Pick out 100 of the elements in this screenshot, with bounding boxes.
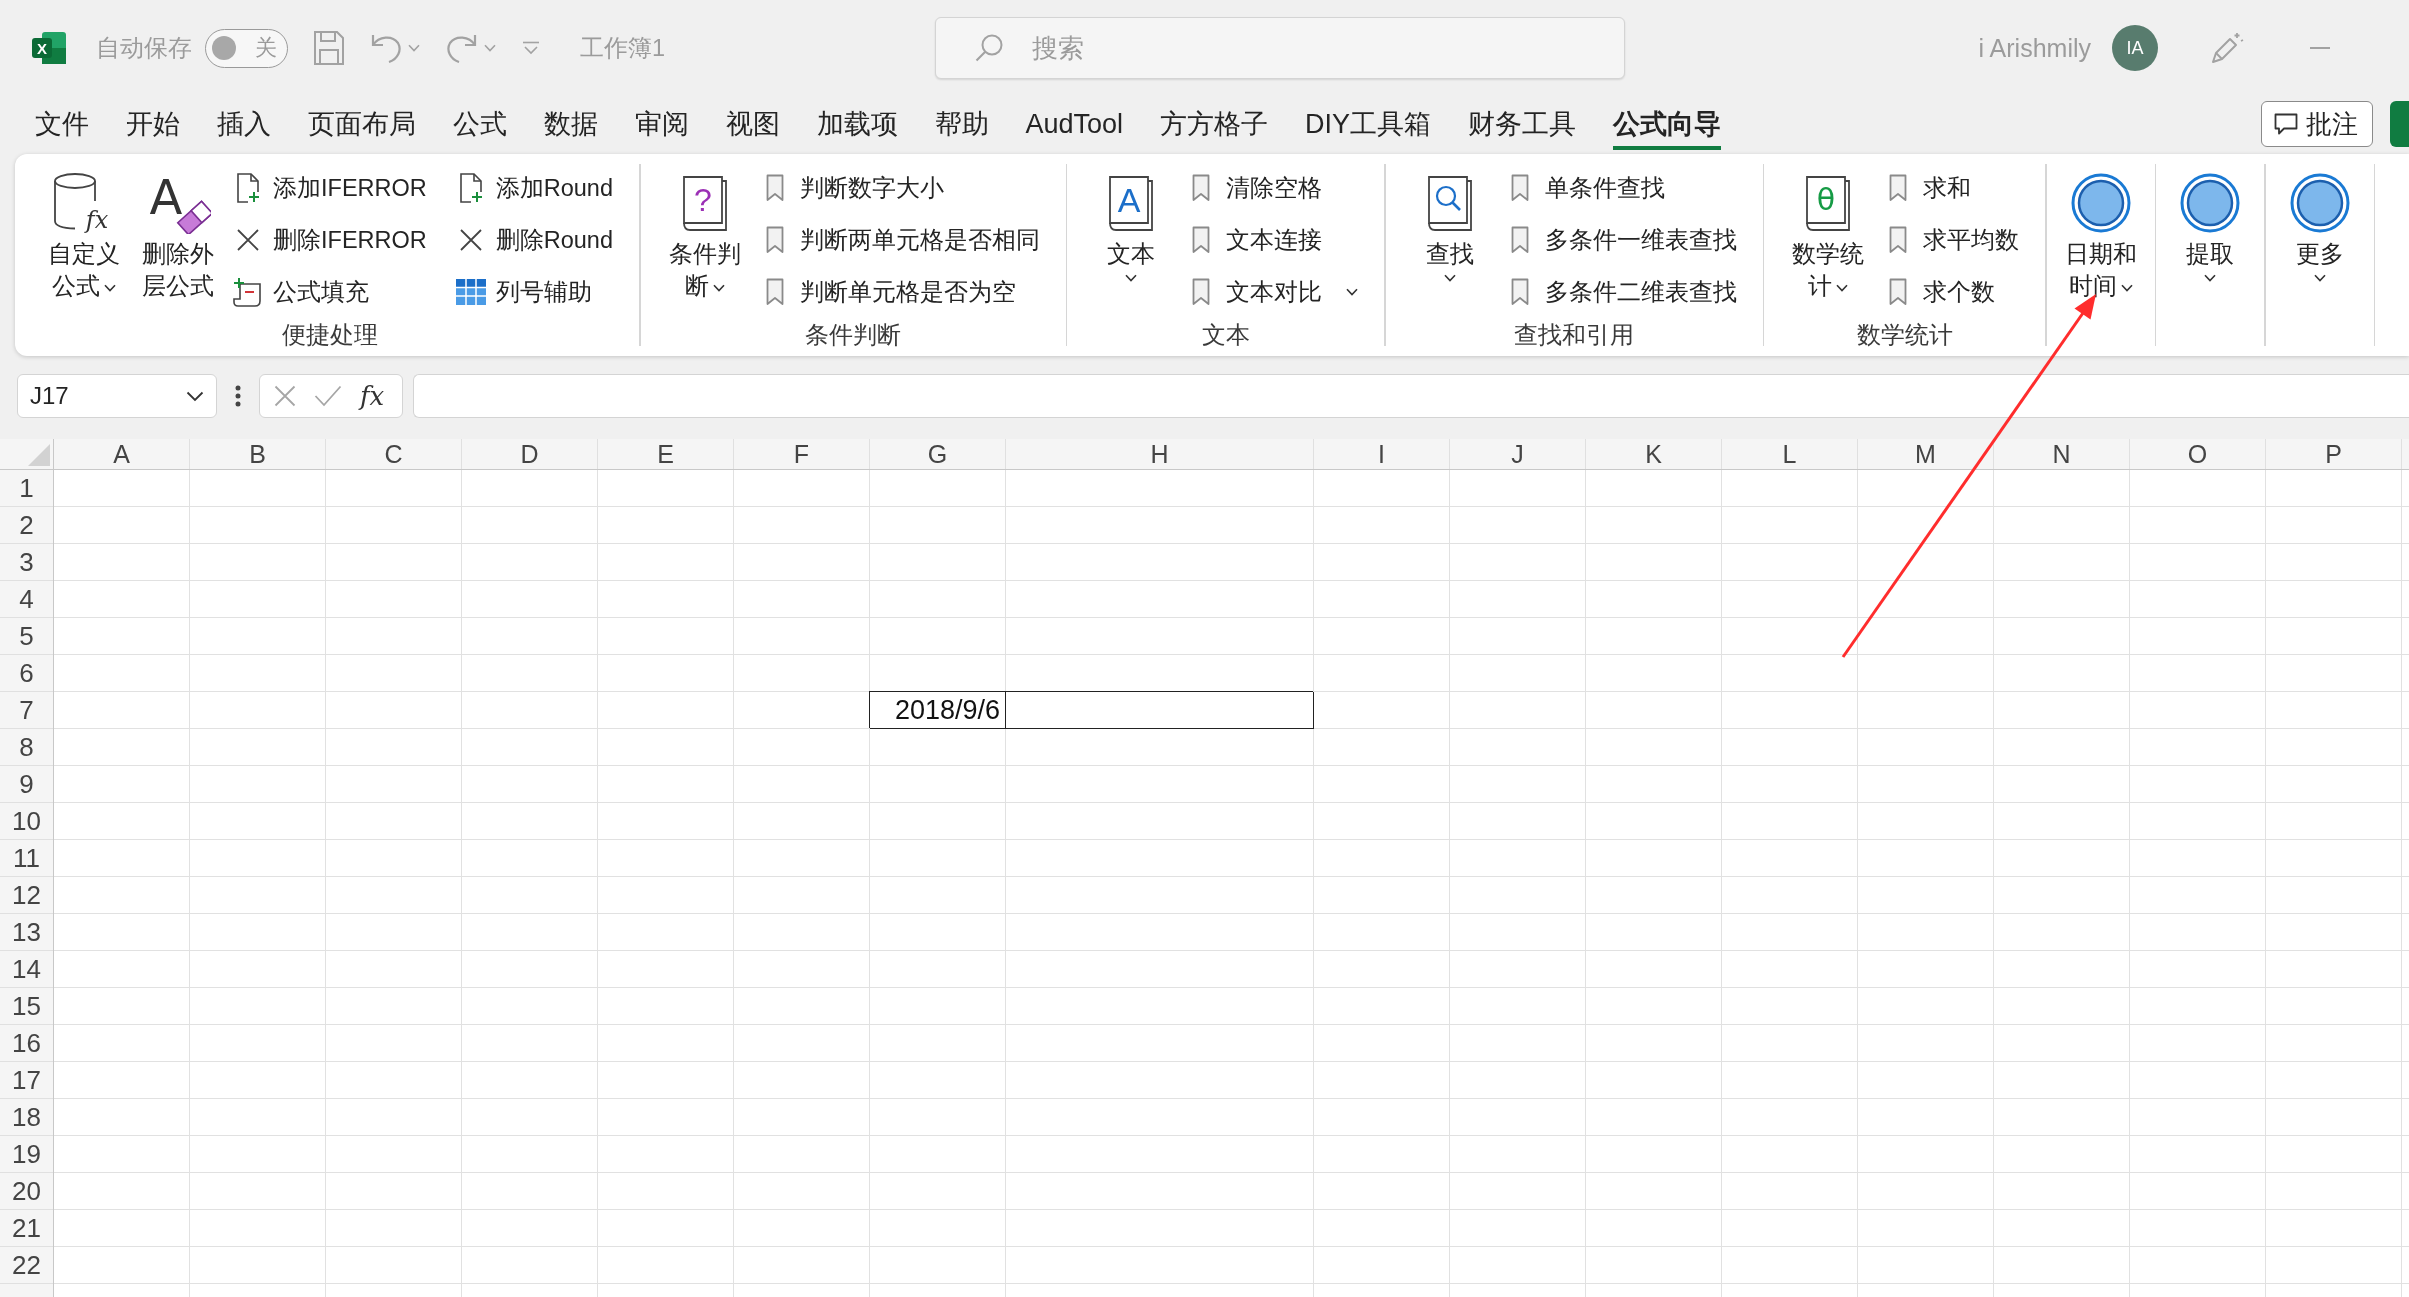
ribbon-button[interactable]: 公式填充 [232, 272, 429, 312]
column-header[interactable]: B [190, 439, 326, 469]
menu-tab[interactable]: 加载项 [816, 98, 898, 150]
ribbon-button[interactable]: 清除空格 [1185, 168, 1360, 208]
vertical-ellipsis-icon[interactable] [235, 385, 241, 407]
row-header[interactable]: 4 [0, 581, 53, 618]
ribbon-button[interactable]: 多条件一维表查找 [1503, 220, 1739, 260]
column-header[interactable]: H [1006, 439, 1314, 469]
caret-icon[interactable] [2313, 274, 2326, 282]
name-box[interactable]: J17 [17, 374, 217, 418]
menu-tab[interactable]: 审阅 [634, 98, 689, 150]
column-header[interactable]: E [598, 439, 734, 469]
row-header[interactable]: 1 [0, 470, 53, 507]
menu-tab[interactable]: 方方格子 [1160, 98, 1269, 150]
menu-tab[interactable]: 财务工具 [1468, 98, 1577, 150]
ribbon-button[interactable]: 提取 [2170, 168, 2250, 282]
caret-icon[interactable] [1443, 274, 1456, 282]
caret-icon[interactable] [104, 283, 116, 292]
row-header[interactable]: 18 [0, 1099, 53, 1136]
formula-input[interactable] [413, 374, 2409, 418]
caret-icon[interactable] [2120, 283, 2133, 292]
ribbon-button[interactable]: 判断数字大小 [758, 168, 1042, 208]
row-header[interactable]: 7 [0, 692, 53, 729]
column-header[interactable]: A [54, 439, 190, 469]
save-icon[interactable] [314, 31, 344, 65]
ribbon-button[interactable]: A 文本 [1091, 168, 1171, 282]
menu-tab[interactable]: AudTool [1025, 98, 1124, 150]
column-header[interactable]: K [1586, 439, 1722, 469]
ribbon-button[interactable]: A 删除外层公式 [138, 168, 218, 302]
select-all-button[interactable] [0, 439, 54, 470]
ribbon-button[interactable]: 求个数 [1882, 272, 2021, 312]
ribbon-button[interactable]: 列号辅助 [454, 272, 615, 312]
row-header[interactable]: 20 [0, 1173, 53, 1210]
menu-tab[interactable]: 文件 [34, 98, 89, 150]
column-header[interactable]: J [1450, 439, 1586, 469]
row-header[interactable]: 2 [0, 507, 53, 544]
menu-tab[interactable]: 视图 [725, 98, 780, 150]
row-header[interactable]: 3 [0, 544, 53, 581]
menu-tab[interactable]: 数据 [543, 98, 598, 150]
column-header[interactable]: N [1994, 439, 2130, 469]
ribbon-button[interactable]: 删除IFERROR [232, 220, 429, 260]
comments-button[interactable]: 批注 [2261, 101, 2373, 147]
caret-icon[interactable] [1836, 283, 1848, 292]
row-header[interactable]: 13 [0, 914, 53, 951]
ribbon-button[interactable]: 多条件二维表查找 [1503, 272, 1739, 312]
caret-icon[interactable] [186, 390, 204, 402]
ribbon-button[interactable]: 文本对比 [1185, 272, 1360, 312]
caret-icon[interactable] [712, 283, 725, 292]
menu-tab[interactable]: 公式向导 [1613, 98, 1722, 150]
row-header[interactable]: 9 [0, 766, 53, 803]
column-header[interactable]: G [870, 439, 1006, 469]
menu-tab[interactable]: 帮助 [934, 98, 989, 150]
ribbon-button[interactable]: ? 条件判断 [664, 168, 745, 302]
row-header[interactable]: 17 [0, 1062, 53, 1099]
menu-tab[interactable]: 开始 [125, 98, 180, 150]
ribbon-button[interactable]: 删除Round [454, 220, 615, 260]
ribbon-button[interactable]: 添加IFERROR [232, 168, 429, 208]
ribbon-button[interactable]: 求平均数 [1882, 220, 2021, 260]
caret-icon[interactable] [1346, 288, 1358, 296]
column-header[interactable]: C [326, 439, 462, 469]
ribbon-button[interactable]: 判断单元格是否为空 [758, 272, 1042, 312]
column-header[interactable]: P [2266, 439, 2402, 469]
row-header[interactable]: 16 [0, 1025, 53, 1062]
row-header[interactable]: 10 [0, 803, 53, 840]
ribbon-button[interactable]: 求和 [1882, 168, 2021, 208]
redo-icon[interactable] [446, 33, 478, 63]
row-header[interactable]: 21 [0, 1210, 53, 1247]
menu-tab[interactable]: 插入 [216, 98, 271, 150]
ribbon-button[interactable]: 判断两单元格是否相同 [758, 220, 1042, 260]
row-header[interactable]: 11 [0, 840, 53, 877]
menu-tab[interactable]: 页面布局 [307, 98, 416, 150]
ribbon-button[interactable]: 日期和时间 [2060, 168, 2141, 302]
ribbon-button[interactable]: 单条件查找 [1503, 168, 1739, 208]
pen-icon[interactable] [2210, 31, 2244, 65]
ribbon-button[interactable]: 文本连接 [1185, 220, 1360, 260]
ribbon-button[interactable]: 查找 [1409, 168, 1490, 282]
caret-icon[interactable] [2204, 274, 2216, 282]
column-header[interactable]: L [1722, 439, 1858, 469]
row-header[interactable]: 22 [0, 1247, 53, 1284]
overflow-chevron-icon[interactable] [522, 41, 540, 55]
search-field[interactable]: 搜索 [935, 17, 1626, 79]
share-button[interactable] [2390, 101, 2409, 147]
ribbon-button[interactable]: 添加Round [454, 168, 615, 208]
undo-icon[interactable] [370, 33, 402, 63]
ribbon-button[interactable]: θ 数学统计 [1788, 168, 1868, 302]
column-header[interactable]: I [1314, 439, 1450, 469]
column-header[interactable]: M [1858, 439, 1994, 469]
column-header[interactable]: F [734, 439, 870, 469]
insert-function-button[interactable]: fx [360, 381, 385, 411]
menu-tab[interactable]: DIY工具箱 [1305, 98, 1432, 150]
column-header[interactable]: D [462, 439, 598, 469]
row-header[interactable]: 12 [0, 877, 53, 914]
row-header[interactable]: 5 [0, 618, 53, 655]
avatar[interactable]: IA [2112, 25, 2158, 71]
row-header[interactable]: 19 [0, 1136, 53, 1173]
ribbon-button[interactable]: 更多 [2279, 168, 2360, 282]
row-header[interactable]: 14 [0, 951, 53, 988]
row-header[interactable]: 6 [0, 655, 53, 692]
column-header[interactable]: O [2130, 439, 2266, 469]
menu-tab[interactable]: 公式 [452, 98, 507, 150]
